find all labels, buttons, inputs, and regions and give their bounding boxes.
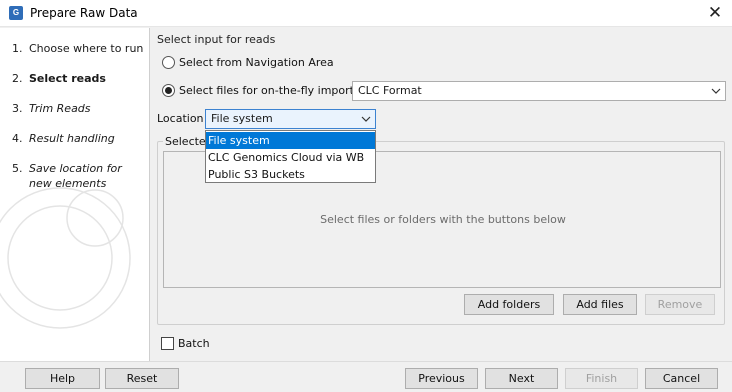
radio-files-import-label[interactable]: Select files for on-the-fly import:: [179, 84, 358, 97]
close-icon[interactable]: ✕: [704, 2, 726, 24]
section-title: Select input for reads: [157, 33, 276, 46]
files-placeholder: Select files or folders with the buttons…: [320, 213, 566, 226]
step-choose-where-to-run: 1. Choose where to run: [12, 42, 144, 55]
dropdown-option-s3-buckets[interactable]: Public S3 Buckets: [206, 166, 375, 183]
radio-navigation-area-label[interactable]: Select from Navigation Area: [179, 56, 334, 69]
radio-navigation-area[interactable]: [162, 56, 175, 69]
previous-button[interactable]: Previous: [405, 368, 478, 389]
next-button[interactable]: Next: [485, 368, 558, 389]
dropdown-option-clc-cloud[interactable]: CLC Genomics Cloud via WB: [206, 149, 375, 166]
chevron-down-icon: [711, 88, 721, 94]
finish-button[interactable]: Finish: [565, 368, 638, 389]
add-folders-button[interactable]: Add folders: [464, 294, 554, 315]
dropdown-option-file-system[interactable]: File system: [206, 132, 375, 149]
location-select[interactable]: File system: [205, 109, 376, 129]
remove-button[interactable]: Remove: [645, 294, 715, 315]
wizard-steps-panel: 1. Choose where to run 2. Select reads 3…: [0, 28, 150, 361]
step-trim-reads: 3. Trim Reads: [12, 102, 91, 115]
import-format-select[interactable]: CLC Format: [352, 81, 726, 101]
radio-files-import[interactable]: [162, 84, 175, 97]
location-value: File system: [211, 112, 273, 125]
step-select-reads: 2. Select reads: [12, 72, 106, 85]
batch-label[interactable]: Batch: [178, 337, 210, 350]
title-bar: G Prepare Raw Data ✕: [0, 0, 732, 27]
location-label: Location: [157, 112, 204, 125]
add-files-button[interactable]: Add files: [563, 294, 637, 315]
window-title: Prepare Raw Data: [30, 6, 138, 20]
help-button[interactable]: Help: [25, 368, 100, 389]
reset-button[interactable]: Reset: [105, 368, 179, 389]
footer-separator: [0, 361, 732, 362]
app-icon: G: [9, 6, 23, 20]
location-dropdown-list: File system CLC Genomics Cloud via WB Pu…: [205, 130, 376, 183]
cancel-button[interactable]: Cancel: [645, 368, 718, 389]
step-save-location: 5. Save location for new elements: [12, 162, 122, 190]
import-format-value: CLC Format: [358, 84, 422, 97]
batch-checkbox[interactable]: [161, 337, 174, 350]
chevron-down-icon: [361, 116, 371, 122]
step-result-handling: 4. Result handling: [12, 132, 115, 145]
